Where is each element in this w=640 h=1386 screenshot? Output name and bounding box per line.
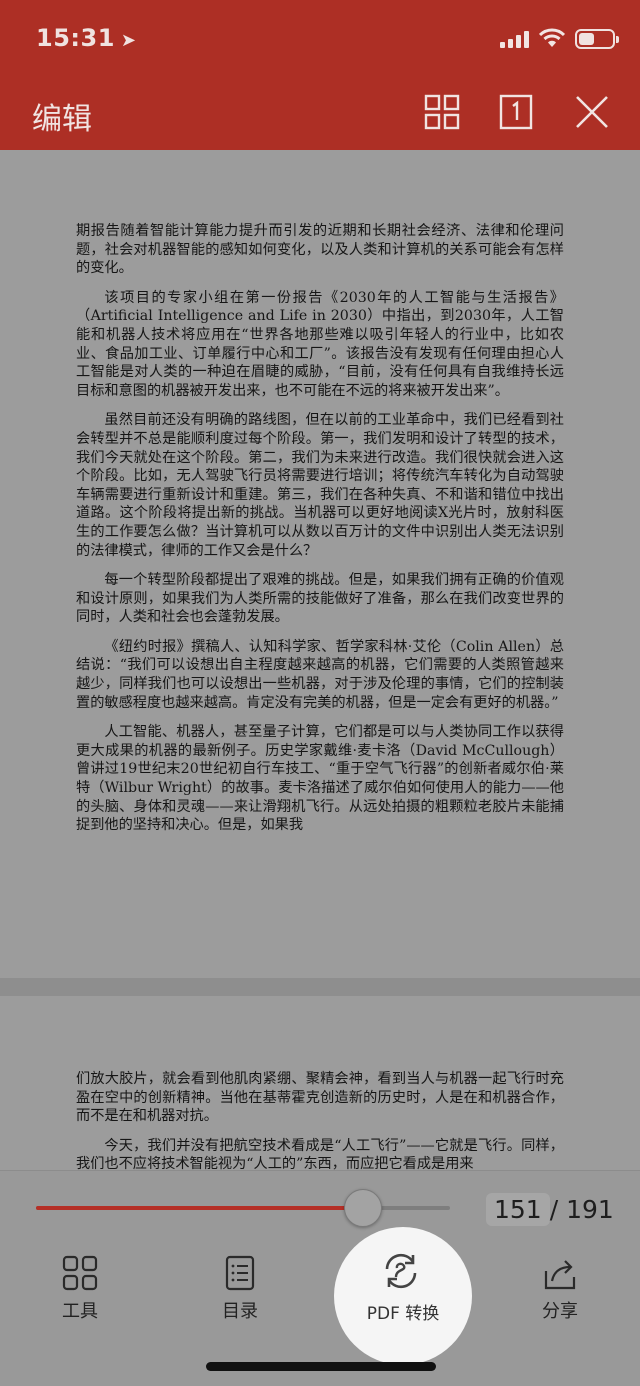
paragraph: 人工智能、机器人，甚至量子计算，它们都是可以与人类协同工作以获得更大成果的机器的… bbox=[76, 724, 564, 834]
status-time: 15:31 ➤ bbox=[36, 24, 137, 52]
tools-button[interactable]: 工具 bbox=[20, 1255, 140, 1325]
document-page: 期报告随着智能计算能力提升而引发的近期和长期社会经济、法律和伦理问题，社会对机器… bbox=[0, 150, 640, 978]
paragraph: 每一个转型阶段都提出了艰难的挑战。但是，如果我们拥有正确的价值观和设计原则，如果… bbox=[76, 572, 564, 626]
document-viewer[interactable]: 期报告随着智能计算能力提升而引发的近期和长期社会经济、法律和伦理问题，社会对机器… bbox=[0, 150, 640, 1186]
document-page: 们放大胶片，就会看到他肌肉紧绷、聚精会神，看到当人与机器一起飞行时充盈在空中的创… bbox=[0, 996, 640, 1186]
single-page-icon[interactable] bbox=[498, 94, 534, 130]
page-title: 编辑 bbox=[32, 102, 92, 137]
page-slider[interactable] bbox=[36, 1206, 450, 1210]
paragraph: 今天，我们并没有把航空技术看成是“人工飞行”——它就是飞行。同样，我们也不应将技… bbox=[76, 1137, 564, 1173]
top-bar: 15:31 ➤ 编辑 bbox=[0, 0, 640, 150]
slider-thumb[interactable] bbox=[344, 1189, 382, 1227]
location-arrow-icon: ➤ bbox=[120, 30, 137, 51]
page-separator bbox=[0, 978, 640, 996]
slider-progress bbox=[36, 1206, 363, 1210]
page-counter: 151 / 191 bbox=[486, 1191, 616, 1227]
paragraph: 虽然目前还没有明确的路线图，但在以前的工业革命中，我们已经看到社会转型并不总是能… bbox=[76, 412, 564, 559]
page-text: 们放大胶片，就会看到他肌肉紧绷、聚精会神，看到当人与机器一起飞行时充盈在空中的创… bbox=[76, 1070, 564, 1185]
bottom-toolbar: 151 / 191 工具 目录 PDF 转换 分享 bbox=[0, 1170, 640, 1386]
close-icon[interactable] bbox=[574, 94, 610, 130]
paragraph: 该项目的专家小组在第一份报告《2030年的人工智能与生活报告》（Artifici… bbox=[76, 289, 564, 399]
paragraph: 们放大胶片，就会看到他肌肉紧绷、聚精会神，看到当人与机器一起飞行时充盈在空中的创… bbox=[76, 1071, 564, 1125]
battery-icon bbox=[575, 29, 619, 49]
grid-view-icon[interactable] bbox=[424, 94, 460, 130]
tools-icon bbox=[62, 1255, 98, 1291]
share-icon bbox=[544, 1260, 576, 1290]
pdf-convert-label: PDF 转换 bbox=[366, 1304, 440, 1324]
current-page-input[interactable]: 151 bbox=[486, 1192, 550, 1226]
status-bar: 15:31 ➤ bbox=[0, 0, 640, 80]
tools-label: 工具 bbox=[62, 1301, 98, 1322]
share-label: 分享 bbox=[542, 1301, 578, 1322]
toc-label: 目录 bbox=[222, 1301, 258, 1322]
share-button[interactable]: 分享 bbox=[500, 1255, 620, 1325]
wifi-icon bbox=[539, 28, 565, 47]
cellular-signal-icon bbox=[500, 30, 530, 48]
page-text: 期报告随着智能计算能力提升而引发的近期和长期社会经济、法律和伦理问题，社会对机器… bbox=[76, 222, 564, 846]
paragraph: 期报告随着智能计算能力提升而引发的近期和长期社会经济、法律和伦理问题，社会对机器… bbox=[76, 223, 564, 277]
total-pages: / 191 bbox=[549, 1194, 614, 1224]
paragraph: 《纽约时报》撰稿人、认知科学家、哲学家科林·艾伦（Colin Allen）总结说… bbox=[76, 638, 564, 711]
pdf-convert-button[interactable]: PDF 转换 bbox=[334, 1227, 472, 1365]
pdf-convert-icon bbox=[385, 1253, 417, 1289]
toc-button[interactable]: 目录 bbox=[180, 1255, 300, 1325]
table-of-contents-icon bbox=[225, 1255, 255, 1291]
home-indicator bbox=[206, 1362, 436, 1371]
